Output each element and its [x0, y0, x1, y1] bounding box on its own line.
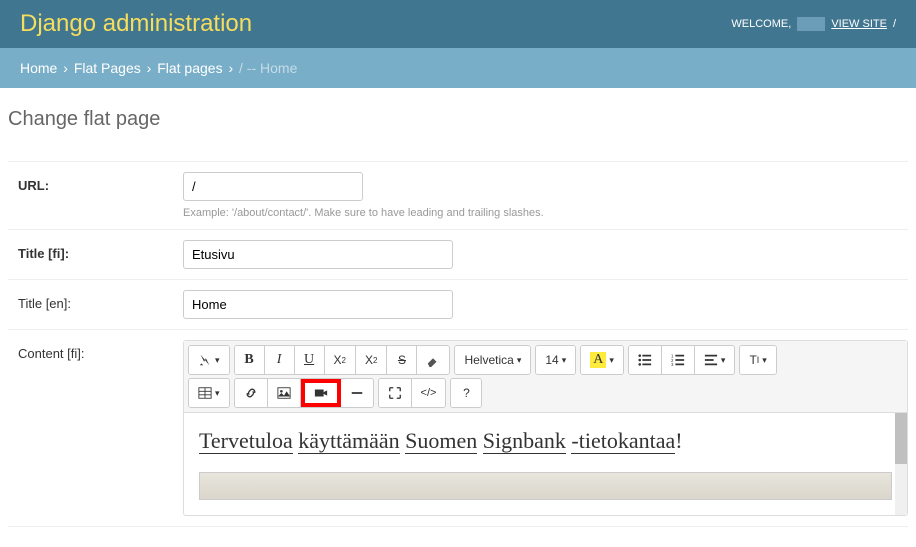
url-row: URL: Example: '/about/contact/'. Make su… [8, 161, 908, 230]
bold-button[interactable]: B [235, 346, 265, 374]
welcome-heading: Tervetuloa käyttämään Suomen Signbank -t… [199, 428, 892, 454]
title-fi-row: Title [fi]: [8, 230, 908, 280]
page-title: Change flat page [8, 108, 908, 131]
editor-content[interactable]: Tervetuloa käyttämään Suomen Signbank -t… [184, 413, 907, 515]
content-fi-row: Content [fi]: ▾ B I U X2 X2 S [8, 330, 908, 527]
video-placeholder [199, 472, 892, 500]
username-redacted [797, 17, 825, 31]
link-button[interactable] [235, 379, 268, 407]
breadcrumb-current: / -- Home [239, 60, 297, 76]
breadcrumb-sep: › [228, 60, 233, 76]
underline-button[interactable]: U [295, 346, 325, 374]
url-label: URL: [8, 172, 183, 199]
url-help: Example: '/about/contact/'. Make sure to… [183, 207, 908, 219]
subscript-button[interactable]: X2 [356, 346, 387, 374]
breadcrumb-home[interactable]: Home [20, 60, 57, 76]
paragraph-button[interactable]: TI▾ [740, 346, 775, 374]
user-links: WELCOME, VIEW SITE / [731, 17, 896, 31]
breadcrumb-flatpages[interactable]: Flat pages [157, 60, 222, 76]
header: Django administration WELCOME, VIEW SITE… [0, 0, 916, 48]
video-button[interactable] [301, 379, 341, 407]
site-title: Django administration [20, 10, 252, 38]
ordered-list-button[interactable]: 123 [662, 346, 695, 374]
table-button[interactable]: ▾ [189, 379, 229, 407]
title-en-input[interactable] [183, 290, 453, 319]
title-fi-input[interactable] [183, 240, 453, 269]
separator: / [893, 18, 896, 30]
richtext-editor: ▾ B I U X2 X2 S Helvetica▾ [183, 340, 908, 516]
picture-button[interactable] [268, 379, 301, 407]
url-input[interactable] [183, 172, 363, 201]
breadcrumb-flatpages-app[interactable]: Flat Pages [74, 60, 141, 76]
font-color-button[interactable]: A▾ [581, 346, 623, 374]
italic-button[interactable]: I [265, 346, 295, 374]
content-fi-label: Content [fi]: [8, 340, 183, 367]
breadcrumb-sep: › [147, 60, 152, 76]
style-button[interactable]: ▾ [189, 346, 229, 374]
superscript-button[interactable]: X2 [325, 346, 356, 374]
breadcrumb-sep: › [63, 60, 68, 76]
title-en-row: Title [en]: [8, 280, 908, 330]
strikethrough-button[interactable]: S [387, 346, 417, 374]
welcome-text: WELCOME, [731, 18, 791, 30]
scrollbar[interactable] [895, 413, 907, 515]
eraser-button[interactable] [417, 346, 449, 374]
font-size-button[interactable]: 14▾ [536, 346, 575, 374]
title-fi-label: Title [fi]: [8, 240, 183, 267]
fullscreen-button[interactable] [379, 379, 412, 407]
font-family-button[interactable]: Helvetica▾ [455, 346, 530, 374]
content: Change flat page URL: Example: '/about/c… [0, 88, 916, 547]
hr-button[interactable] [341, 379, 373, 407]
svg-text:3: 3 [671, 362, 674, 367]
unordered-list-button[interactable] [629, 346, 662, 374]
breadcrumb: Home › Flat Pages › Flat pages › / -- Ho… [0, 48, 916, 88]
editor-toolbar: ▾ B I U X2 X2 S Helvetica▾ [184, 341, 907, 413]
codeview-button[interactable]: </> [412, 379, 446, 407]
title-en-label: Title [en]: [8, 290, 183, 317]
view-site-link[interactable]: VIEW SITE [831, 18, 887, 30]
align-button[interactable]: ▾ [695, 346, 735, 374]
help-button[interactable]: ? [451, 379, 481, 407]
